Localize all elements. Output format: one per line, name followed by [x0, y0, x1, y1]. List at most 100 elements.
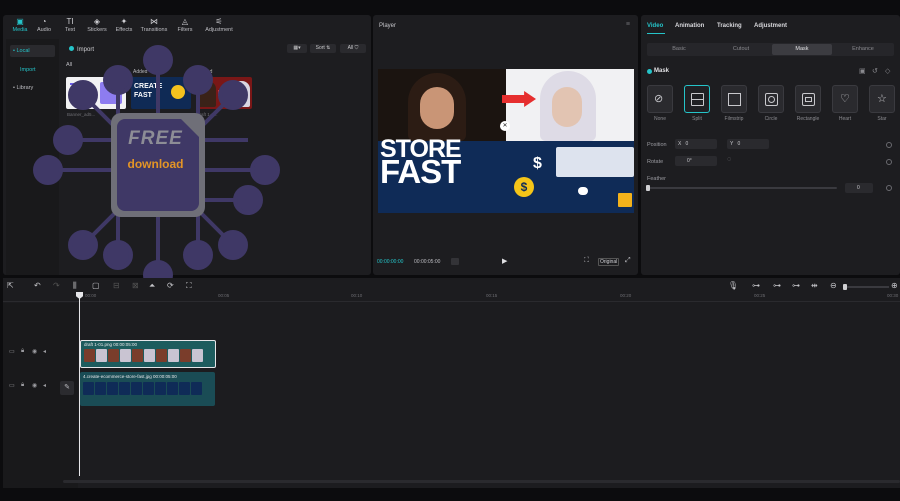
zoom-slider[interactable]	[843, 284, 889, 290]
clip-frames	[83, 382, 203, 397]
shape-heart[interactable]: ♡	[832, 85, 858, 113]
video-preview[interactable]: ✕ STORE FAST $ $	[378, 69, 634, 213]
linkage-icon[interactable]: ⊶	[792, 281, 800, 290]
grid-icon: ▦▾	[293, 45, 301, 51]
track-2-visibility-icon[interactable]: ◉	[32, 382, 37, 389]
adjustment-icon: ⚟	[215, 17, 223, 26]
none-icon: ⊘	[654, 93, 664, 105]
mirror-icon[interactable]: ⏶	[149, 281, 155, 291]
reset-icon[interactable]: ↺	[872, 67, 878, 75]
keyframe-icon[interactable]: ◇	[885, 67, 890, 75]
close-icon[interactable]: ✕	[500, 121, 510, 131]
shape-label: Heart	[838, 116, 852, 122]
subtab-enhance[interactable]: Enhance	[834, 44, 892, 55]
video-text-fast: FAST	[380, 153, 461, 190]
zoom-slider-thumb[interactable]	[843, 284, 847, 290]
tab-effects[interactable]: ✦ Effects	[107, 17, 141, 33]
select-tool-icon[interactable]: ⇱	[7, 281, 14, 290]
shape-star[interactable]: ☆	[869, 85, 895, 113]
timecode-toggle[interactable]	[451, 258, 459, 265]
track-1-audio-icon[interactable]: ◂	[43, 348, 46, 355]
media-panel: ▣ Media ◔ Audio TI Text ◈ Stickers ✦ Effects …	[3, 15, 371, 290]
filmstrip-icon	[728, 93, 741, 106]
fullscreen-frame-icon[interactable]: ⛶	[584, 257, 589, 265]
shape-label: None	[654, 116, 666, 122]
rotate-dial-icon[interactable]: ◌	[727, 156, 731, 163]
tab-adjustment[interactable]: ⚟ Adjustment	[199, 17, 239, 33]
feather-slider[interactable]	[646, 185, 837, 191]
zoom-out-icon[interactable]: ⊖	[830, 281, 837, 290]
keyframe-icon[interactable]	[886, 185, 892, 191]
feather-slider-thumb[interactable]	[646, 185, 650, 191]
shape-circle[interactable]	[758, 85, 784, 113]
shape-filmstrip[interactable]	[721, 85, 747, 113]
auto-snap-icon[interactable]: ⊶	[773, 281, 781, 290]
clip-frames	[84, 349, 204, 364]
view-toggle[interactable]: ▦▾	[287, 44, 307, 53]
mask-toggle[interactable]	[647, 69, 652, 74]
total-time: 00:00:05:00	[414, 259, 441, 265]
timeline-ruler[interactable]	[3, 292, 900, 302]
effects-icon: ✦	[120, 17, 128, 26]
position-y-field[interactable]: Y 0	[727, 139, 769, 149]
track-1-lock-icon[interactable]: 🔒︎	[21, 348, 24, 355]
filter-button[interactable]: All ⛉	[340, 44, 366, 53]
fullscreen-icon[interactable]: ⤢	[625, 257, 631, 265]
main-track-magnet-icon[interactable]: ⊶	[752, 281, 760, 290]
circle-icon	[765, 93, 778, 106]
tab-animation[interactable]: Animation	[675, 23, 704, 29]
coin-icon: $	[514, 177, 534, 197]
track-2-audio-icon[interactable]: ◂	[43, 382, 46, 389]
keyframe-icon[interactable]	[886, 142, 892, 148]
zoom-in-icon[interactable]: ⊕	[891, 281, 898, 290]
position-x-field[interactable]: X 0	[675, 139, 717, 149]
reverse-icon[interactable]: ⊠	[132, 281, 139, 290]
timeline-clip-ecommerce[interactable]: 4.create-ecommerce-store-fast.jpg 00:00:…	[80, 372, 215, 406]
playhead[interactable]	[76, 292, 83, 476]
subtab-mask[interactable]: Mask	[772, 44, 832, 55]
sort-button[interactable]: Sort ⇅	[310, 44, 336, 53]
subtab-basic[interactable]: Basic	[649, 44, 709, 55]
ruler-tick-label: 00:15	[486, 293, 498, 298]
timeline-scrollbar[interactable]	[63, 480, 900, 483]
timeline-clip-draft[interactable]: draft 1-01.png 00:00:05:00	[80, 340, 216, 368]
split-icon[interactable]: ⫼	[73, 281, 77, 291]
feather-field[interactable]: 0	[845, 183, 873, 193]
cover-edit-icon[interactable]: ✎	[60, 381, 74, 395]
freeze-icon[interactable]: ⊟	[113, 281, 120, 290]
shape-none[interactable]: ⊘	[647, 85, 673, 113]
track-2-select-icon[interactable]: ▭	[9, 382, 15, 389]
overlay-text-download: download	[127, 157, 184, 171]
position-label: Position	[647, 142, 667, 148]
undo-icon[interactable]: ↶	[34, 281, 41, 290]
rotate-label: Rotate	[647, 159, 664, 165]
keyframe-icon[interactable]	[886, 159, 892, 165]
tab-video[interactable]: Video	[647, 23, 663, 29]
shape-split[interactable]	[684, 85, 710, 113]
heart-icon: ♡	[840, 93, 850, 105]
shape-rectangle[interactable]	[795, 85, 821, 113]
star-icon: ☆	[877, 93, 887, 105]
tab-tracking[interactable]: Tracking	[717, 23, 742, 29]
ratio-button[interactable]: Original	[598, 258, 620, 266]
delete-icon[interactable]: ▢	[92, 281, 100, 290]
rotate-field[interactable]: 0°	[675, 156, 717, 166]
track-2-lock-icon[interactable]: 🔒︎	[21, 382, 24, 389]
track-1-visibility-icon[interactable]: ◉	[32, 348, 37, 355]
redo-icon[interactable]: ↷	[53, 281, 60, 290]
mask-invert-icon[interactable]: ▣	[859, 67, 866, 75]
track-1-select-icon[interactable]: ▭	[9, 348, 15, 355]
preview-axis-icon[interactable]: ⇹	[811, 281, 818, 290]
rotate-icon[interactable]: ⟳	[167, 281, 174, 290]
subtab-cutout[interactable]: Cutout	[711, 44, 771, 55]
video-bottom: STORE FAST $ $	[378, 135, 634, 213]
tab-transitions[interactable]: ⋈ Transitions	[137, 17, 171, 33]
transitions-icon: ⋈	[150, 17, 158, 26]
tab-filters[interactable]: ◬ Filters	[168, 17, 202, 33]
filter-icon: ⛉	[354, 45, 359, 51]
menu-icon[interactable]: ≡	[626, 21, 630, 28]
play-button[interactable]: ▶	[502, 257, 507, 265]
tab-adjustment-inspector[interactable]: Adjustment	[754, 23, 787, 29]
crop-icon[interactable]: ⛶	[186, 281, 192, 291]
microphone-icon[interactable]: 🎙	[728, 281, 738, 290]
